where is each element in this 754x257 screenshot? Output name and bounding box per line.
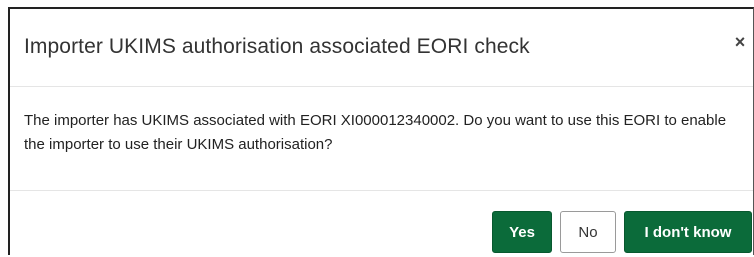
dialog-footer: Yes No I don't know — [10, 191, 753, 257]
no-button[interactable]: No — [560, 211, 616, 253]
dialog-title: Importer UKIMS authorisation associated … — [24, 35, 530, 58]
close-icon[interactable]: × — [729, 31, 751, 53]
dont-know-button[interactable]: I don't know — [624, 211, 752, 253]
eori-check-dialog: Importer UKIMS authorisation associated … — [8, 7, 754, 255]
dialog-header: Importer UKIMS authorisation associated … — [10, 9, 753, 87]
dialog-message: The importer has UKIMS associated with E… — [24, 112, 727, 153]
yes-button[interactable]: Yes — [492, 211, 552, 253]
dialog-body: The importer has UKIMS associated with E… — [10, 87, 753, 191]
